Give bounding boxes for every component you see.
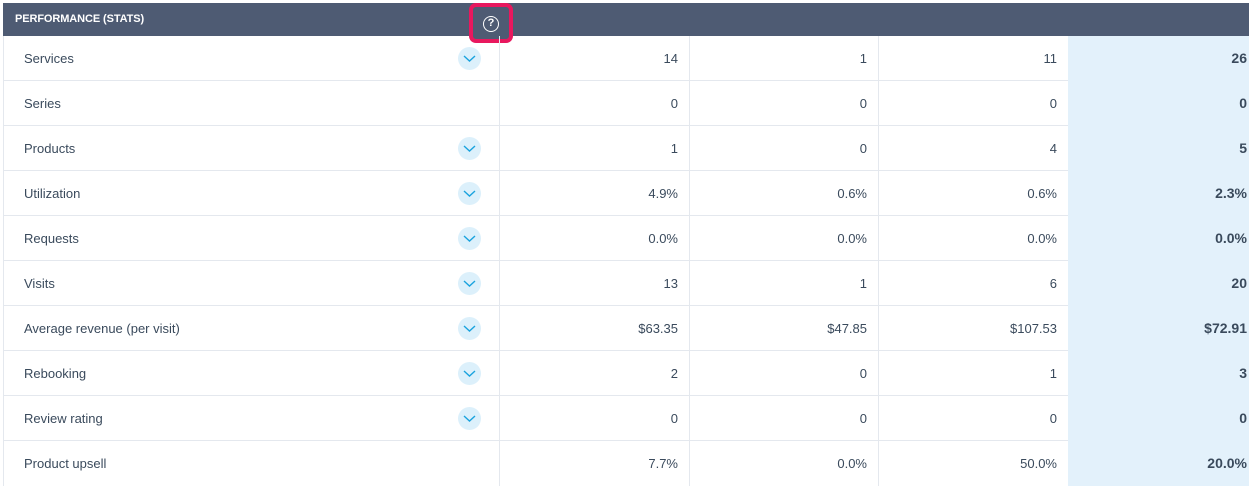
row-label: Series (3, 81, 500, 126)
value-col-3: 0.6% (1027, 186, 1057, 201)
table-row: Rebooking 2 0 1 3 (3, 351, 1249, 396)
chevron-down-icon[interactable] (458, 227, 481, 250)
value-col-3: 0 (1049, 96, 1057, 111)
table-row: Series 0 0 0 0 (3, 81, 1249, 126)
value-col-3: 0 (1049, 411, 1057, 426)
question-circle-icon[interactable]: ? (483, 16, 499, 32)
value-col-3: 1 (1049, 366, 1057, 381)
table-row: Requests 0.0% 0.0% 0.0% 0.0% (3, 216, 1249, 261)
chevron-down-icon[interactable] (458, 272, 481, 295)
table-row: Products 1 0 4 5 (3, 126, 1249, 171)
value-col-1: 2 (500, 351, 690, 396)
stats-table: Services 14 1 11 26 Series 0 0 0 0 Produ… (3, 36, 1249, 486)
value-col-1: 0.0% (500, 216, 690, 261)
value-total: 0.0% (1068, 216, 1249, 261)
value-total: 20 (1068, 261, 1249, 306)
table-row: Average revenue (per visit) $63.35 $47.8… (3, 306, 1249, 351)
value-col-3: 0.0% (1027, 231, 1057, 246)
value-col-3: 4 (1049, 141, 1057, 156)
value-col-2: 1 (690, 261, 879, 306)
chevron-down-icon[interactable] (458, 317, 481, 340)
value-col-2: 0.0% (690, 216, 879, 261)
chevron-down-icon[interactable] (458, 182, 481, 205)
value-col-2: $47.85 (690, 306, 879, 351)
value-col-1: 13 (500, 261, 690, 306)
value-col-2: 0 (690, 126, 879, 171)
row-label: Average revenue (per visit) (3, 306, 500, 351)
row-label: Utilization (3, 171, 500, 216)
value-total: 3 (1068, 351, 1249, 396)
value-total: $72.91 (1068, 306, 1249, 351)
row-label: Product upsell (3, 441, 500, 486)
table-row: Utilization 4.9% 0.6% 0.6% 2.3% (3, 171, 1249, 216)
value-col-2: 0 (690, 351, 879, 396)
value-col-2: 0 (690, 396, 879, 441)
value-total: 5 (1068, 126, 1249, 171)
row-label: Rebooking (3, 351, 500, 396)
row-label: Visits (3, 261, 500, 306)
performance-stats-panel: PERFORMANCE (STATS) ? Services 14 1 11 2… (3, 0, 1249, 486)
value-col-1: 7.7% (500, 441, 690, 486)
value-col-1: 14 (500, 36, 690, 81)
row-label: Services (3, 36, 500, 81)
value-col-1: $63.35 (500, 306, 690, 351)
table-row: Review rating 0 0 0 0 (3, 396, 1249, 441)
value-col-1: 1 (500, 126, 690, 171)
value-col-2: 0.6% (690, 171, 879, 216)
value-col-3: 6 (1049, 276, 1057, 291)
value-col-1: 0 (500, 396, 690, 441)
value-col-2: 0 (690, 81, 879, 126)
chevron-down-icon[interactable] (458, 362, 481, 385)
panel-header: PERFORMANCE (STATS) ? (3, 3, 1249, 43)
value-total: 2.3% (1068, 171, 1249, 216)
value-col-3: 50.0% (1020, 456, 1057, 471)
panel-title: PERFORMANCE (STATS) (15, 13, 145, 25)
table-row: Visits 13 1 6 20 (3, 261, 1249, 306)
table-row: Services 14 1 11 26 (3, 36, 1249, 81)
value-col-2: 1 (690, 36, 879, 81)
value-total: 0 (1068, 81, 1249, 126)
row-label: Requests (3, 216, 500, 261)
value-total: 0 (1068, 396, 1249, 441)
chevron-down-icon[interactable] (458, 407, 481, 430)
value-total: 20.0% (1068, 441, 1249, 486)
row-label: Products (3, 126, 500, 171)
value-col-3: $107.53 (1010, 321, 1057, 336)
table-row: Product upsell 7.7% 0.0% 50.0% 20.0% (3, 441, 1249, 486)
value-col-1: 4.9% (500, 171, 690, 216)
chevron-down-icon[interactable] (458, 137, 481, 160)
value-col-3: 11 (1043, 51, 1058, 66)
chevron-down-icon[interactable] (458, 47, 481, 70)
value-total: 26 (1068, 36, 1249, 81)
value-col-1: 0 (500, 81, 690, 126)
row-label: Review rating (3, 396, 500, 441)
value-col-2: 0.0% (690, 441, 879, 486)
